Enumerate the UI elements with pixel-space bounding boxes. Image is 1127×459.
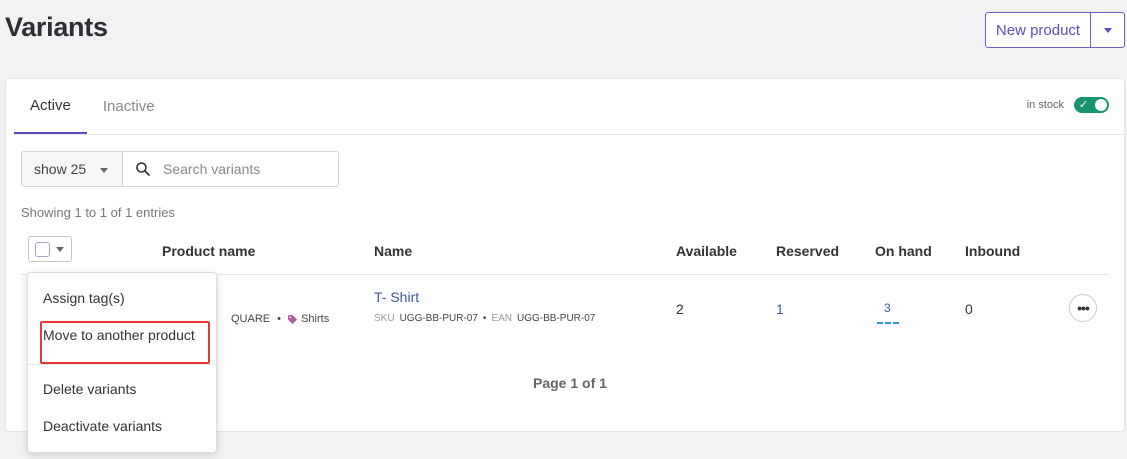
search-box: [122, 151, 339, 187]
menu-item-delete-variants[interactable]: Delete variants: [43, 381, 136, 397]
tag-icon: [288, 314, 298, 324]
separator-dot: •: [482, 313, 487, 324]
variant-name-link[interactable]: T- Shirt: [374, 289, 419, 305]
new-product-button[interactable]: New product: [986, 13, 1091, 47]
page-title: Variants: [5, 12, 108, 42]
chevron-down-icon: [1103, 27, 1112, 33]
product-code: QUARE: [231, 313, 271, 325]
page-size-label: show 25: [34, 161, 87, 177]
on-hand-underline: [877, 322, 899, 324]
caret-down-icon: [56, 246, 64, 252]
caret-down-icon: [100, 168, 108, 173]
highlight-annotation: [40, 321, 210, 364]
new-product-dropdown-toggle[interactable]: [1091, 13, 1124, 47]
search-input[interactable]: [163, 161, 323, 177]
column-header-product-name[interactable]: Product name: [162, 243, 255, 259]
in-stock-filter: in stock ✓: [1027, 97, 1109, 113]
bulk-select-dropdown[interactable]: [28, 236, 72, 262]
column-header-inbound[interactable]: Inbound: [965, 243, 1020, 259]
check-icon: ✓: [1079, 98, 1089, 111]
reserved-link[interactable]: 1: [776, 301, 784, 317]
ean-value: UGG-BB-PUR-07: [517, 313, 596, 324]
row-actions-button[interactable]: •••: [1069, 294, 1097, 322]
product-tag[interactable]: Shirts: [301, 313, 329, 325]
product-meta: QUARE • Shirts: [231, 313, 329, 325]
ean-label: EAN: [491, 313, 512, 324]
column-header-reserved[interactable]: Reserved: [776, 243, 839, 259]
new-product-split-button: New product: [985, 12, 1125, 48]
sku-value: UGG-BB-PUR-07: [399, 313, 478, 324]
column-header-on-hand[interactable]: On hand: [875, 243, 932, 259]
column-header-name[interactable]: Name: [374, 243, 412, 259]
column-header-available[interactable]: Available: [676, 243, 737, 259]
menu-item-deactivate-variants[interactable]: Deactivate variants: [43, 418, 162, 434]
on-hand-link[interactable]: 3: [884, 301, 891, 315]
in-stock-label: in stock: [1026, 99, 1064, 111]
entries-summary: Showing 1 to 1 of 1 entries: [21, 205, 175, 220]
tabs-divider: [14, 134, 1124, 135]
available-cell: 2: [676, 301, 684, 317]
sku-label: SKU: [374, 313, 395, 324]
more-icon: •••: [1077, 300, 1090, 316]
tab-active[interactable]: Active: [14, 79, 87, 134]
variant-codes: SKU UGG-BB-PUR-07 • EAN UGG-BB-PUR-07: [374, 313, 595, 324]
in-stock-toggle[interactable]: ✓: [1074, 97, 1109, 113]
bulk-actions-menu: Assign tag(s) Move to another product De…: [27, 272, 217, 453]
page-size-select[interactable]: show 25: [21, 151, 123, 187]
search-icon: [136, 162, 150, 176]
tab-inactive[interactable]: Inactive: [87, 79, 171, 134]
inbound-cell: 0: [965, 301, 973, 317]
pagination-label: Page 1 of 1: [533, 375, 607, 391]
menu-divider: [28, 364, 216, 365]
select-all-checkbox[interactable]: [35, 241, 50, 257]
toggle-knob: [1095, 99, 1107, 111]
separator-dot: •: [274, 313, 285, 325]
menu-item-assign-tags[interactable]: Assign tag(s): [43, 290, 125, 306]
tab-bar: Active Inactive: [14, 79, 171, 134]
